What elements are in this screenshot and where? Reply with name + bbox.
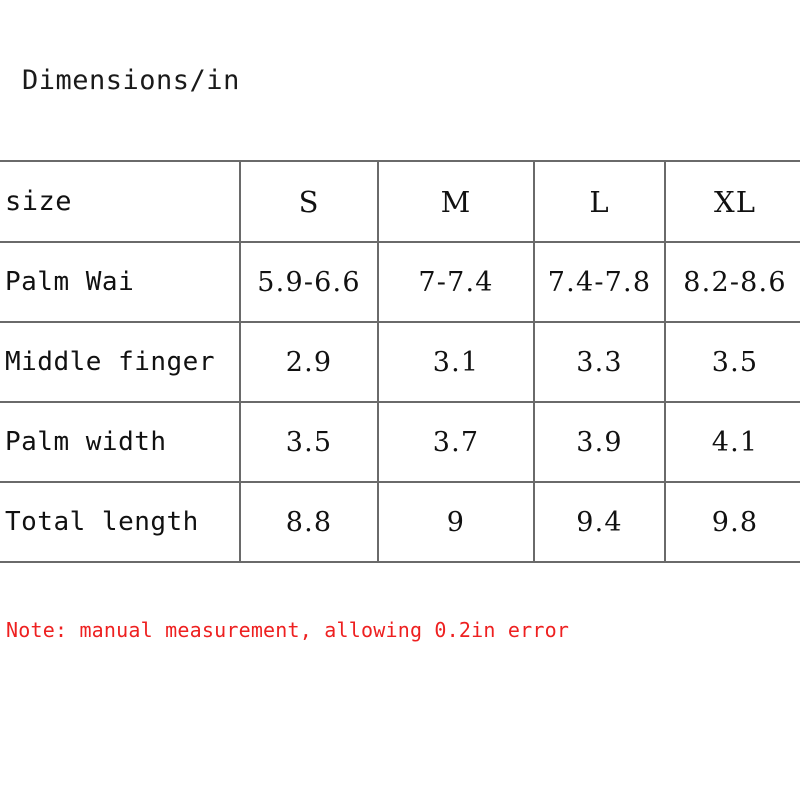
size-chart-page: Dimensions/in size S M L XL Palm Wai 5.9…: [0, 0, 800, 800]
cell-middle-finger-m: 3.1: [378, 321, 535, 403]
header-cell-m: M: [378, 160, 535, 243]
header-cell-xl-text: XL: [714, 184, 756, 219]
row-label-total-length: Total length: [0, 481, 241, 563]
cell-total-length-xl-text: 9.8: [711, 506, 759, 538]
row-label-palm-wai: Palm Wai: [0, 241, 241, 323]
cell-total-length-l: 9.4: [534, 481, 666, 563]
row-label-palm-width: Palm width: [0, 401, 241, 483]
row-label-middle-finger: Middle finger: [0, 321, 241, 403]
table-row: Palm width 3.5 3.7 3.9 4.1: [0, 401, 800, 483]
table-header-row: size S M L XL: [0, 160, 800, 243]
cell-middle-finger-l: 3.3: [534, 321, 666, 403]
cell-total-length-m: 9: [378, 481, 535, 563]
measurement-note: Note: manual measurement, allowing 0.2in…: [6, 618, 570, 642]
cell-palm-width-xl: 4.1: [665, 401, 800, 483]
cell-palm-width-l: 3.9: [534, 401, 666, 483]
cell-middle-finger-s: 2.9: [240, 321, 379, 403]
header-cell-xl: XL: [665, 160, 800, 243]
cell-palm-wai-xl-text: 8.2-8.6: [683, 266, 787, 298]
table-row: Middle finger 2.9 3.1 3.3 3.5: [0, 321, 800, 403]
header-cell-s: S: [240, 160, 379, 243]
cell-middle-finger-xl-text: 3.5: [711, 346, 759, 378]
cell-palm-wai-l: 7.4-7.8: [534, 241, 666, 323]
cell-middle-finger-xl: 3.5: [665, 321, 800, 403]
cell-palm-width-m: 3.7: [378, 401, 535, 483]
header-cell-size: size: [0, 160, 241, 243]
size-chart-table: size S M L XL Palm Wai 5.9-6.6 7-7.4 7.4…: [0, 160, 800, 563]
cell-palm-wai-s: 5.9-6.6: [240, 241, 379, 323]
cell-palm-wai-m: 7-7.4: [378, 241, 535, 323]
cell-palm-width-s: 3.5: [240, 401, 379, 483]
table-row: Palm Wai 5.9-6.6 7-7.4 7.4-7.8 8.2-8.6: [0, 241, 800, 323]
cell-palm-wai-xl: 8.2-8.6: [665, 241, 800, 323]
page-title: Dimensions/in: [22, 65, 240, 96]
cell-total-length-s: 8.8: [240, 481, 379, 563]
table-row: Total length 8.8 9 9.4 9.8: [0, 481, 800, 563]
cell-total-length-xl: 9.8: [665, 481, 800, 563]
header-cell-l: L: [534, 160, 666, 243]
size-table-container: size S M L XL Palm Wai 5.9-6.6 7-7.4 7.4…: [0, 160, 800, 563]
cell-palm-width-xl-text: 4.1: [711, 426, 759, 458]
